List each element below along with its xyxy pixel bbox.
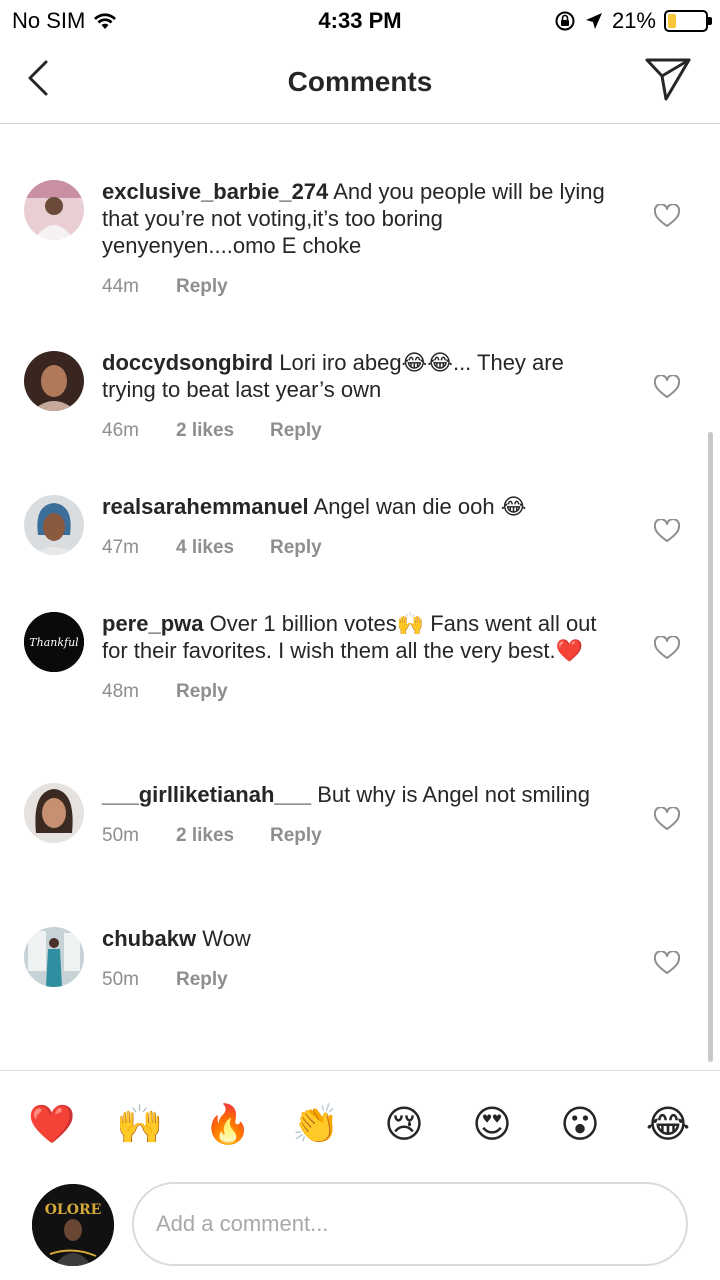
comment-username[interactable]: exclusive_barbie_274 xyxy=(102,179,328,204)
comment-time: 50m xyxy=(102,825,139,846)
reply-button[interactable]: Reply xyxy=(270,534,322,561)
emoji-fire[interactable]: 🔥 xyxy=(204,1101,252,1149)
comment-time: 44m xyxy=(102,276,139,297)
avatar-image xyxy=(24,495,84,555)
comment-body: exclusive_barbie_274 And you people will… xyxy=(102,178,622,300)
reply-button[interactable]: Reply xyxy=(270,417,322,444)
header: Comments xyxy=(0,40,720,124)
avatar[interactable] xyxy=(24,927,84,987)
comment-input-box[interactable] xyxy=(132,1182,688,1266)
heart-icon[interactable] xyxy=(654,375,680,399)
heart-icon[interactable] xyxy=(654,519,680,543)
rotation-lock-icon xyxy=(555,11,575,31)
page-title: Comments xyxy=(287,66,433,97)
comments-screen: No SIM 4:33 PM 21% Comments exclusive_ba… xyxy=(0,0,720,1280)
comment-username[interactable]: doccydsongbird xyxy=(102,350,273,375)
location-arrow-icon xyxy=(585,13,602,29)
avatar[interactable] xyxy=(24,351,84,411)
comment-likes[interactable]: 2 likes xyxy=(176,822,270,849)
battery-fill xyxy=(668,14,676,28)
comment-body: ___girlliketianah___ But why is Angel no… xyxy=(102,781,622,849)
emoji-heart-eyes[interactable]: 😍 xyxy=(468,1101,516,1149)
comment-body: realsarahemmanuel Angel wan die ooh 😂 47… xyxy=(102,493,622,561)
comment-text-block: realsarahemmanuel Angel wan die ooh 😂 xyxy=(102,493,622,520)
avatar[interactable] xyxy=(24,180,84,240)
comment-text-block: exclusive_barbie_274 And you people will… xyxy=(102,178,622,259)
comment-meta: 44m Reply xyxy=(102,273,622,300)
comment-body: pere_pwa Over 1 billion votes🙌 Fans went… xyxy=(102,610,622,705)
avatar[interactable]: Thankful xyxy=(24,612,84,672)
comment-composer: OLORE xyxy=(0,1170,720,1280)
comment-time: 50m xyxy=(102,969,139,990)
comment-text-block: ___girlliketianah___ But why is Angel no… xyxy=(102,781,622,808)
status-right-group: 21% xyxy=(554,8,712,34)
comment-time: 47m xyxy=(102,537,139,558)
my-avatar: OLORE xyxy=(32,1184,114,1266)
comment-likes[interactable]: 2 likes xyxy=(176,417,270,444)
comment-likes[interactable]: 4 likes xyxy=(176,534,270,561)
comment-text: Angel wan die ooh 😂 xyxy=(313,494,527,519)
avatar-image xyxy=(24,783,84,843)
comment-text-block: pere_pwa Over 1 billion votes🙌 Fans went… xyxy=(102,610,622,664)
comment-text-block: chubakw Wow xyxy=(102,925,622,952)
avatar[interactable] xyxy=(24,495,84,555)
avatar-image xyxy=(24,351,84,411)
status-bar: No SIM 4:33 PM 21% xyxy=(0,0,720,40)
emoji-raising-hands[interactable]: 🙌 xyxy=(116,1101,164,1149)
avatar-text: Thankful xyxy=(29,636,79,649)
comment-meta: 46m 2 likes Reply xyxy=(102,417,622,444)
emoji-clapping-hands[interactable]: 👏 xyxy=(292,1101,340,1149)
comment-username[interactable]: realsarahemmanuel xyxy=(102,494,309,519)
comment-meta: 50m Reply xyxy=(102,966,622,993)
comment-meta: 47m 4 likes Reply xyxy=(102,534,622,561)
my-avatar-image: OLORE xyxy=(32,1184,114,1266)
comment-body: chubakw Wow 50m Reply xyxy=(102,925,622,993)
comment-meta: 50m 2 likes Reply xyxy=(102,822,622,849)
avatar-image: Thankful xyxy=(24,612,84,672)
emoji-tears-of-joy[interactable]: 😂 xyxy=(644,1101,692,1149)
reply-button[interactable]: Reply xyxy=(176,678,228,705)
comment-input[interactable] xyxy=(134,1184,686,1264)
avatar-image xyxy=(24,927,84,987)
comment-username[interactable]: pere_pwa xyxy=(102,611,204,636)
comment-text-block: doccydsongbird Lori iro abeg😂😂... They a… xyxy=(102,349,622,403)
scrollbar[interactable] xyxy=(708,432,713,1062)
comment-text: But why is Angel not smiling xyxy=(317,782,590,807)
comment-meta: 48m Reply xyxy=(102,678,622,705)
heart-icon[interactable] xyxy=(654,807,680,831)
comment-username[interactable]: chubakw xyxy=(102,926,196,951)
heart-icon[interactable] xyxy=(654,204,680,228)
comment-text: Wow xyxy=(202,926,251,951)
battery-icon xyxy=(664,10,712,32)
reply-button[interactable]: Reply xyxy=(176,273,228,300)
emoji-crying-face[interactable]: 😢 xyxy=(380,1101,428,1149)
avatar[interactable] xyxy=(24,783,84,843)
avatar-image xyxy=(24,180,84,240)
comment-time: 48m xyxy=(102,681,139,702)
comment-time: 46m xyxy=(102,420,139,441)
my-avatar-text: OLORE xyxy=(45,1202,102,1218)
reply-button[interactable]: Reply xyxy=(270,822,322,849)
emoji-surprised-face[interactable]: 😮 xyxy=(556,1101,604,1149)
comment-body: doccydsongbird Lori iro abeg😂😂... They a… xyxy=(102,349,622,444)
heart-icon[interactable] xyxy=(654,636,680,660)
emoji-bar: ❤️ 🙌 🔥 👏 😢 😍 😮 😂 xyxy=(0,1070,720,1170)
emoji-red-heart[interactable]: ❤️ xyxy=(28,1101,76,1149)
reply-button[interactable]: Reply xyxy=(176,966,228,993)
heart-icon[interactable] xyxy=(654,951,680,975)
paper-plane-icon[interactable] xyxy=(644,56,692,102)
battery-percent: 21% xyxy=(611,8,656,33)
comment-username[interactable]: ___girlliketianah___ xyxy=(102,782,311,807)
